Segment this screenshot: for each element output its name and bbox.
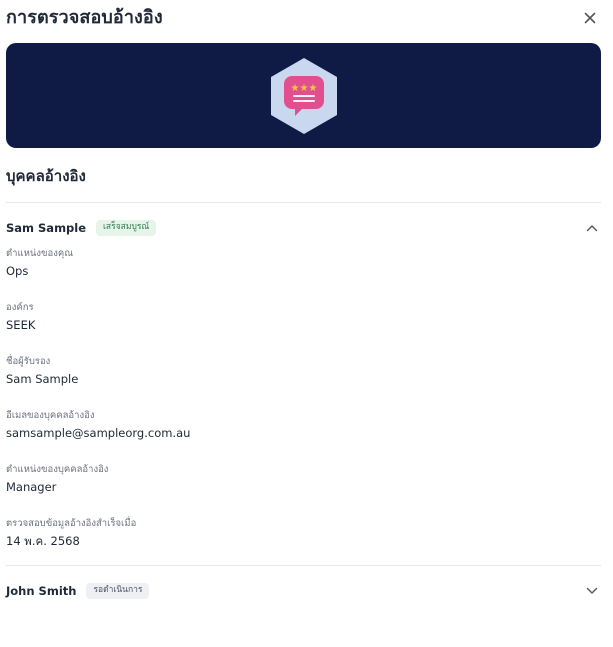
collapse-button[interactable] bbox=[583, 219, 601, 237]
field-value: Manager bbox=[6, 480, 57, 494]
field-value: Ops bbox=[6, 264, 29, 278]
field-label: อีเมลของบุคคลอ้างอิง bbox=[6, 410, 95, 421]
referee-header[interactable]: Sam Sample เสร็จสมบูรณ์ bbox=[6, 203, 601, 253]
hero-banner: ★★★ bbox=[6, 43, 601, 148]
page-title: การตรวจสอบอ้างอิง bbox=[6, 6, 163, 28]
field-label: ตรวจสอบข้อมูลอ้างอิงสำเร็จเมื่อ bbox=[6, 518, 137, 529]
referee-name: Sam Sample bbox=[6, 221, 87, 235]
field-label: ชื่อผู้รับรอง bbox=[6, 356, 51, 367]
field-referee-name: ชื่อผู้รับรอง Sam Sample bbox=[6, 355, 601, 387]
review-chat-icon: ★★★ bbox=[270, 57, 337, 134]
field-label: องค์กร bbox=[6, 302, 34, 313]
chevron-down-icon bbox=[586, 587, 598, 594]
referee-name: John Smith bbox=[6, 584, 77, 598]
field-label: ตำแหน่งของบุคคลอ้างอิง bbox=[6, 464, 109, 475]
close-icon bbox=[584, 12, 596, 24]
chevron-up-icon bbox=[586, 225, 598, 232]
close-button[interactable] bbox=[579, 7, 601, 29]
field-position: ตำแหน่งของคุณ Ops bbox=[6, 247, 601, 279]
expand-button[interactable] bbox=[583, 582, 601, 600]
field-value: 14 พ.ค. 2568 bbox=[6, 534, 80, 548]
referee-details: ตำแหน่งของคุณ Ops องค์กร SEEK ชื่อผู้รับ… bbox=[6, 247, 601, 549]
field-value: samsample@sampleorg.com.au bbox=[6, 426, 191, 440]
referee-header[interactable]: John Smith รอดำเนินการ bbox=[6, 566, 601, 616]
field-completed-date: ตรวจสอบข้อมูลอ้างอิงสำเร็จเมื่อ 14 พ.ค. … bbox=[6, 517, 601, 549]
section-title: บุคคลอ้างอิง bbox=[6, 167, 86, 185]
svg-text:★★★: ★★★ bbox=[290, 83, 317, 94]
referee-item: John Smith รอดำเนินการ bbox=[6, 566, 601, 616]
status-badge: รอดำเนินการ bbox=[86, 583, 150, 599]
field-value: SEEK bbox=[6, 318, 36, 332]
field-organization: องค์กร SEEK bbox=[6, 301, 601, 333]
field-referee-position: ตำแหน่งของบุคคลอ้างอิง Manager bbox=[6, 463, 601, 495]
field-label: ตำแหน่งของคุณ bbox=[6, 248, 74, 259]
reference-check-panel: การตรวจสอบอ้างอิง ★★★ บุคคลอ้างอิง Sam S… bbox=[0, 0, 613, 647]
field-referee-email: อีเมลของบุคคลอ้างอิง samsample@sampleorg… bbox=[6, 409, 601, 441]
field-value: Sam Sample bbox=[6, 372, 79, 386]
panel-header: การตรวจสอบอ้างอิง bbox=[6, 0, 601, 40]
status-badge: เสร็จสมบูรณ์ bbox=[96, 220, 157, 236]
referee-header-left: John Smith รอดำเนินการ bbox=[6, 583, 150, 599]
referee-header-left: Sam Sample เสร็จสมบูรณ์ bbox=[6, 220, 157, 236]
referee-item: Sam Sample เสร็จสมบูรณ์ ตำแหน่งของคุณ Op… bbox=[6, 203, 601, 549]
